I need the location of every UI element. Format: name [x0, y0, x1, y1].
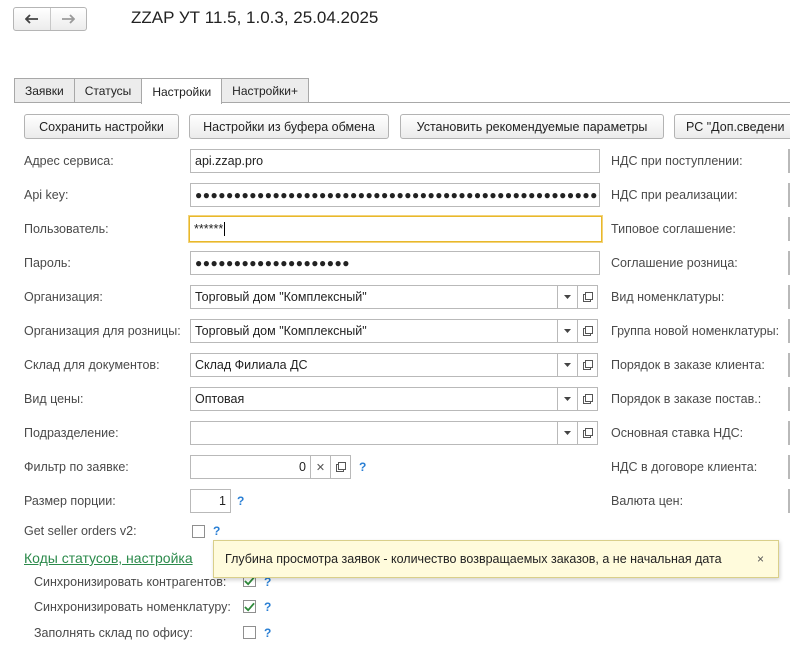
price-type-value: Оптовая — [190, 387, 558, 411]
seller-orders-label: Get seller orders v2: — [24, 524, 137, 538]
open-icon — [582, 428, 593, 438]
organization-label: Организация: — [24, 290, 103, 304]
user-value: ****** — [194, 222, 224, 236]
clipboard-settings-button[interactable]: Настройки из буфера обмена — [189, 114, 389, 139]
right-label-client-contract-vat: НДС в договоре клиента: — [611, 460, 758, 474]
text-cursor — [224, 222, 226, 236]
sync-nomenclature-help-icon[interactable]: ? — [264, 600, 271, 614]
warehouse-label: Склад для документов: — [24, 358, 160, 372]
api-key-input[interactable]: ●●●●●●●●●●●●●●●●●●●●●●●●●●●●●●●●●●●●●●●●… — [190, 183, 600, 207]
extra-info-button[interactable]: РС "Доп.сведени — [674, 114, 790, 139]
right-label-new-nomenclature-group: Группа новой номенклатуры: — [611, 324, 780, 338]
department-open[interactable] — [578, 421, 598, 445]
clear-icon: ✕ — [315, 461, 326, 474]
retail-org-label: Организация для розницы: — [24, 324, 181, 338]
window-title: ZZAP УТ 11.5, 1.0.3, 25.04.2025 — [131, 8, 379, 27]
right-label-main-vat-rate: Основная ставка НДС: — [611, 426, 744, 440]
order-filter-field[interactable]: 0 ✕ — [190, 455, 351, 479]
tab-settings[interactable]: Настройки — [141, 78, 223, 104]
chevron-down-icon — [564, 431, 571, 435]
price-type-label: Вид цены: — [24, 392, 84, 406]
right-label-vat-sales: НДС при реализации: — [611, 188, 738, 202]
order-filter-open[interactable] — [331, 455, 351, 479]
password-input[interactable]: ●●●●●●●●●●●●●●●●●●●● — [190, 251, 600, 275]
retail-org-open[interactable] — [578, 319, 598, 343]
open-icon — [582, 292, 593, 302]
status-codes-link[interactable]: Коды статусов, настройка — [24, 550, 193, 566]
batch-size-input[interactable]: 1 — [190, 489, 231, 513]
warehouse-dropdown[interactable] — [558, 353, 578, 377]
organization-select[interactable]: Торговый дом "Комплексный" — [190, 285, 598, 309]
warehouse-select[interactable]: Склад Филиала ДС — [190, 353, 598, 377]
arrow-left-icon — [24, 14, 38, 24]
password-label: Пароль: — [24, 256, 71, 270]
chevron-down-icon — [564, 329, 571, 333]
department-dropdown[interactable] — [558, 421, 578, 445]
price-type-dropdown[interactable] — [558, 387, 578, 411]
open-icon — [582, 326, 593, 336]
user-input[interactable]: ****** — [189, 216, 602, 242]
fill-warehouse-checkbox[interactable] — [243, 626, 256, 639]
tab-statuses[interactable]: Статусы — [73, 78, 143, 103]
batch-size-help-icon[interactable]: ? — [237, 494, 244, 508]
right-label-supplier-order-order: Порядок в заказе постав.: — [611, 392, 762, 406]
open-icon — [335, 462, 346, 472]
api-key-label: Api key: — [24, 188, 69, 202]
retail-org-value: Торговый дом "Комплексный" — [190, 319, 558, 343]
open-icon — [582, 360, 593, 370]
department-value — [190, 421, 558, 445]
seller-orders-help-icon[interactable]: ? — [213, 524, 220, 538]
arrow-right-icon — [62, 14, 76, 24]
right-label-vat-income: НДС при поступлении: — [611, 154, 743, 168]
sync-nomenclature-checkbox[interactable] — [243, 600, 256, 613]
save-settings-button[interactable]: Сохранить настройки — [24, 114, 179, 139]
fill-warehouse-label: Заполнять склад по офису: — [34, 626, 193, 640]
fill-warehouse-help-icon[interactable]: ? — [264, 626, 271, 640]
warehouse-value: Склад Филиала ДС — [190, 353, 558, 377]
back-button[interactable] — [14, 8, 50, 30]
order-filter-value: 0 — [190, 455, 311, 479]
right-label-client-order-order: Порядок в заказе клиента: — [611, 358, 765, 372]
department-label: Подразделение: — [24, 426, 119, 440]
tab-requests[interactable]: Заявки — [14, 78, 75, 103]
chevron-down-icon — [564, 295, 571, 299]
tab-settings-plus[interactable]: Настройки+ — [221, 78, 310, 103]
help-tooltip: Глубина просмотра заявок - количество во… — [213, 540, 779, 578]
order-filter-clear[interactable]: ✕ — [311, 455, 331, 479]
forward-button[interactable] — [49, 8, 86, 30]
order-filter-label: Фильтр по заявке: — [24, 460, 129, 474]
organization-dropdown[interactable] — [558, 285, 578, 309]
service-address-label: Адрес сервиса: — [24, 154, 114, 168]
right-label-nomenclature-type: Вид номенклатуры: — [611, 290, 725, 304]
recommended-params-button[interactable]: Установить рекомендуемые параметры — [400, 114, 664, 139]
organization-value: Торговый дом "Комплексный" — [190, 285, 558, 309]
price-type-select[interactable]: Оптовая — [190, 387, 598, 411]
order-filter-help-icon[interactable]: ? — [359, 460, 366, 474]
sync-nomenclature-label: Синхронизировать номенклатуру: — [34, 600, 231, 614]
retail-org-dropdown[interactable] — [558, 319, 578, 343]
chevron-down-icon — [564, 363, 571, 367]
user-label: Пользователь: — [24, 222, 109, 236]
department-select[interactable] — [190, 421, 598, 445]
chevron-down-icon — [564, 397, 571, 401]
service-address-input[interactable]: api.zzap.pro — [190, 149, 600, 173]
batch-size-label: Размер порции: — [24, 494, 116, 508]
tooltip-close-icon[interactable]: × — [757, 552, 764, 566]
tooltip-text: Глубина просмотра заявок - количество во… — [225, 552, 722, 566]
sync-counterparties-label: Синхронизировать контрагентов: — [34, 575, 227, 589]
seller-orders-checkbox[interactable] — [192, 525, 205, 538]
tab-divider — [14, 102, 790, 103]
right-label-standard-agreement: Типовое соглашение: — [611, 222, 736, 236]
price-type-open[interactable] — [578, 387, 598, 411]
retail-org-select[interactable]: Торговый дом "Комплексный" — [190, 319, 598, 343]
open-icon — [582, 394, 593, 404]
checkmark-icon — [244, 602, 255, 612]
right-label-retail-agreement: Соглашение розница: — [611, 256, 738, 270]
right-label-price-currency: Валюта цен: — [611, 494, 684, 508]
nav-buttons — [13, 7, 87, 31]
organization-open[interactable] — [578, 285, 598, 309]
warehouse-open[interactable] — [578, 353, 598, 377]
tab-bar: Заявки Статусы Настройки Настройки+ — [14, 78, 310, 104]
